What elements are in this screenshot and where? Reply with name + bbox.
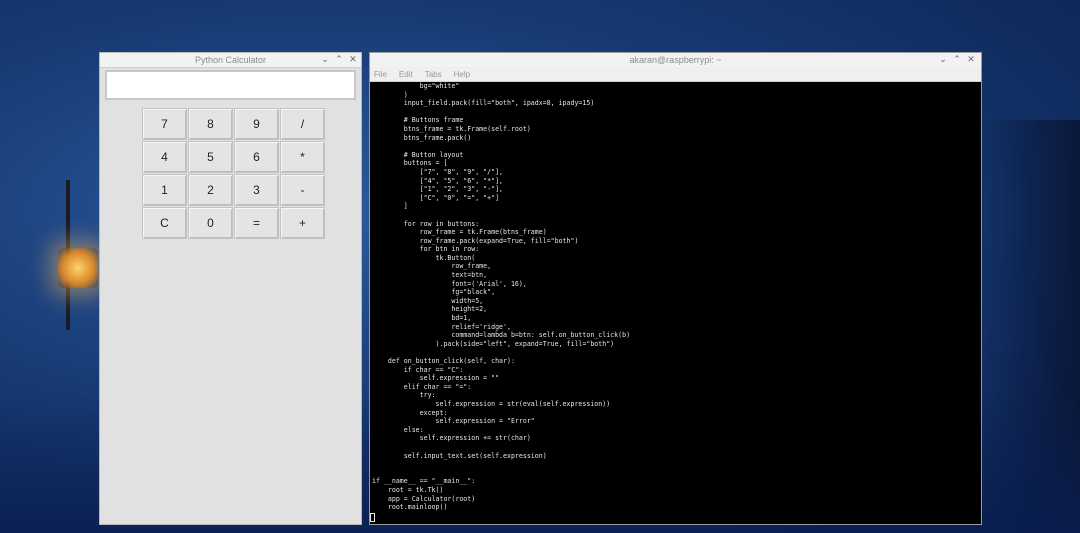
maximize-icon[interactable]: ⌃ <box>953 55 961 65</box>
calculator-window: Python Calculator ⌄ ⌃ ✕ 7 8 9 / 4 5 6 * … <box>99 52 362 525</box>
calc-button-2[interactable]: 2 <box>188 174 233 206</box>
calculator-button-grid: 7 8 9 / 4 5 6 * 1 2 3 - C 0 = + <box>142 108 325 239</box>
terminal-code-output[interactable]: bg="white" ) input_field.pack(fill="both… <box>372 82 977 524</box>
calc-button-4[interactable]: 4 <box>142 141 187 173</box>
close-icon[interactable]: ✕ <box>349 55 357 65</box>
calc-button-subtract[interactable]: - <box>280 174 325 206</box>
minimize-icon[interactable]: ⌄ <box>321 55 329 65</box>
calculator-title: Python Calculator <box>194 55 267 65</box>
terminal-menubar: File Edit Tabs Help <box>370 67 981 82</box>
terminal-cursor <box>370 513 375 522</box>
calculator-titlebar[interactable]: Python Calculator ⌄ ⌃ ✕ <box>100 53 361 68</box>
calc-button-add[interactable]: + <box>280 207 325 239</box>
maximize-icon[interactable]: ⌃ <box>335 55 343 65</box>
calc-button-8[interactable]: 8 <box>188 108 233 140</box>
calc-button-0[interactable]: 0 <box>188 207 233 239</box>
calc-button-clear[interactable]: C <box>142 207 187 239</box>
calculator-window-controls: ⌄ ⌃ ✕ <box>321 53 357 67</box>
menu-edit[interactable]: Edit <box>399 70 413 79</box>
calc-button-5[interactable]: 5 <box>188 141 233 173</box>
terminal-titlebar[interactable]: akaran@raspberrypi: ~ ⌄ ⌃ ✕ <box>370 53 981 67</box>
calc-button-3[interactable]: 3 <box>234 174 279 206</box>
calc-button-equals[interactable]: = <box>234 207 279 239</box>
lantern-light <box>58 248 98 288</box>
terminal-title: akaran@raspberrypi: ~ <box>629 55 722 65</box>
minimize-icon[interactable]: ⌄ <box>939 55 947 65</box>
menu-tabs[interactable]: Tabs <box>425 70 442 79</box>
calc-button-9[interactable]: 9 <box>234 108 279 140</box>
calc-button-7[interactable]: 7 <box>142 108 187 140</box>
calculator-input-field[interactable] <box>105 70 356 100</box>
menu-file[interactable]: File <box>374 70 387 79</box>
calc-button-divide[interactable]: / <box>280 108 325 140</box>
terminal-window: akaran@raspberrypi: ~ ⌄ ⌃ ✕ File Edit Ta… <box>369 52 982 525</box>
calc-button-1[interactable]: 1 <box>142 174 187 206</box>
menu-help[interactable]: Help <box>454 70 470 79</box>
calc-button-6[interactable]: 6 <box>234 141 279 173</box>
calc-button-multiply[interactable]: * <box>280 141 325 173</box>
close-icon[interactable]: ✕ <box>967 55 975 65</box>
terminal-window-controls: ⌄ ⌃ ✕ <box>939 53 975 67</box>
